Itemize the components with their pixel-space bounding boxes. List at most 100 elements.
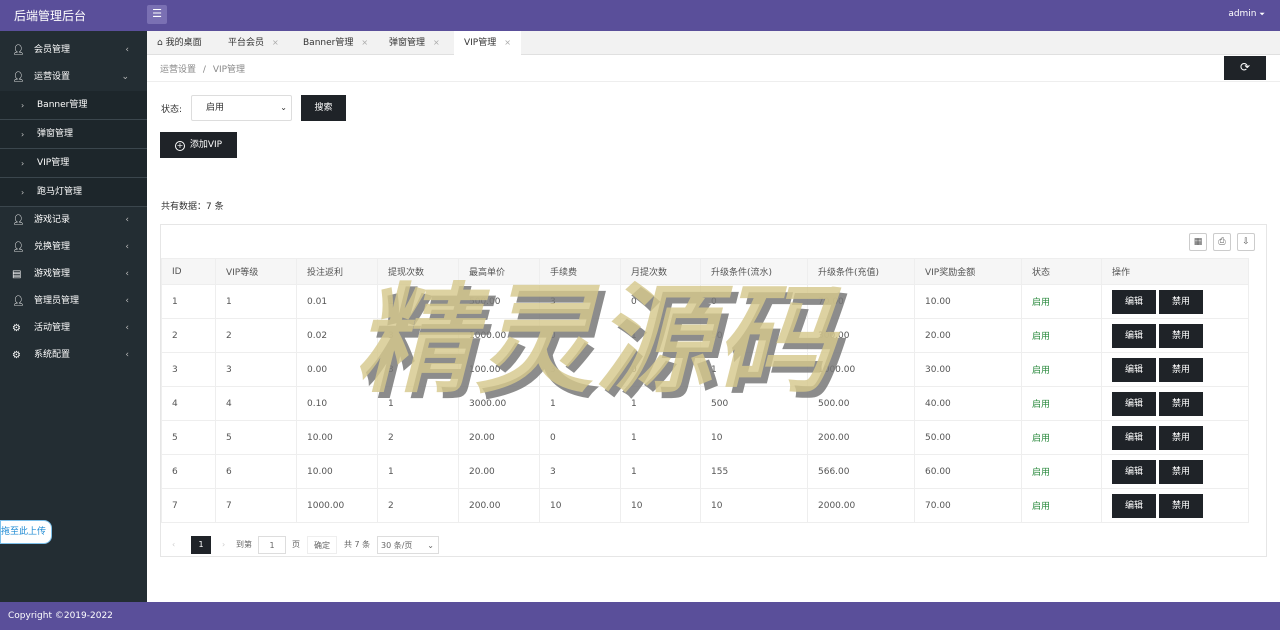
table-row: 7 7 1000.00 2 200.00 10 10 10 2000.00 70.00 启用 编辑 禁用 bbox=[161, 488, 1249, 523]
table-cell: 6 bbox=[215, 454, 297, 489]
tab-bar: ⌂ 我的桌面 平台会员 × Banner管理 × 弹窗管理 × VIP管理 × bbox=[147, 31, 1280, 55]
disable-button[interactable]: 禁用 bbox=[1159, 289, 1203, 314]
edit-button[interactable]: 编辑 bbox=[1112, 323, 1156, 348]
close-icon[interactable]: × bbox=[361, 38, 368, 47]
table-cell: 2 bbox=[215, 318, 297, 353]
user-menu[interactable]: admin ⏷ bbox=[1228, 9, 1265, 19]
sidebar-item-operations[interactable]: 👤︎ 运营设置 ⌄ bbox=[0, 64, 147, 91]
sidebar-item-label: 管理员管理 bbox=[34, 296, 80, 306]
tab-banner[interactable]: Banner管理 × bbox=[303, 31, 368, 55]
search-button[interactable]: 搜索 bbox=[301, 95, 346, 121]
close-icon[interactable]: × bbox=[272, 38, 279, 47]
current-page[interactable]: 1 bbox=[191, 536, 211, 554]
goto-confirm-button[interactable]: 确定 bbox=[307, 536, 337, 554]
edit-button[interactable]: 编辑 bbox=[1112, 493, 1156, 518]
refresh-button[interactable]: ⟳ bbox=[1224, 56, 1266, 80]
sidebar-subitem-marquee[interactable]: › 跑马灯管理 bbox=[0, 178, 147, 207]
sidebar-item-admins[interactable]: 👤︎ 管理员管理 ‹ bbox=[0, 288, 147, 315]
export-icon[interactable]: ⇩ bbox=[1237, 233, 1255, 251]
total-count: 共有数据：7 条 bbox=[161, 202, 224, 212]
disable-button[interactable]: 禁用 bbox=[1159, 459, 1203, 484]
sidebar-item-label: 兑换管理 bbox=[34, 242, 71, 252]
chevron-down-icon: ⌄ bbox=[280, 103, 287, 112]
tab-popup[interactable]: 弹窗管理 × bbox=[389, 31, 440, 55]
table-cell: 10 bbox=[620, 488, 701, 523]
disable-button[interactable]: 禁用 bbox=[1159, 323, 1203, 348]
table-cell: 4 bbox=[161, 386, 216, 421]
chevron-left-icon: ‹ bbox=[125, 296, 129, 306]
user-icon: 👤︎ bbox=[12, 45, 25, 56]
table-cell: 10 bbox=[700, 420, 808, 455]
actions-cell: 编辑 禁用 bbox=[1101, 420, 1249, 455]
sidebar-item-members[interactable]: 👤︎ 会员管理 ‹ bbox=[0, 37, 147, 64]
table-cell: 10.00 bbox=[296, 454, 378, 489]
table-cell: 566.00 bbox=[807, 454, 915, 489]
sidebar-subitem-vip[interactable]: › VIP管理 bbox=[0, 149, 147, 178]
edit-button[interactable]: 编辑 bbox=[1112, 425, 1156, 450]
menu-toggle-icon[interactable]: ☰ bbox=[147, 5, 167, 24]
status-cell: 启用 bbox=[1021, 420, 1102, 455]
columns-filter-icon[interactable]: ▦ bbox=[1189, 233, 1207, 251]
table-cell: 70.00 bbox=[914, 488, 1022, 523]
table-cell: 200.00 bbox=[458, 488, 540, 523]
table-cell: 155 bbox=[700, 454, 808, 489]
tab-label: VIP管理 bbox=[464, 38, 497, 48]
status-filter-label: 状态: bbox=[161, 105, 183, 115]
tab-desktop[interactable]: ⌂ 我的桌面 bbox=[157, 31, 202, 55]
next-page-icon[interactable]: › bbox=[222, 536, 225, 554]
chevron-left-icon: ‹ bbox=[125, 323, 129, 333]
status-select[interactable]: 启用 ⌄ bbox=[191, 95, 292, 121]
disable-button[interactable]: 禁用 bbox=[1159, 357, 1203, 382]
close-icon[interactable]: × bbox=[433, 38, 440, 47]
actions-cell: 编辑 禁用 bbox=[1101, 284, 1249, 319]
status-cell: 启用 bbox=[1021, 352, 1102, 387]
sidebar-item-exchange[interactable]: 👤︎ 兑换管理 ‹ bbox=[0, 234, 147, 261]
table-cell: 2 bbox=[377, 488, 459, 523]
sidebar-item-label: 运营设置 bbox=[34, 72, 71, 82]
close-icon[interactable]: × bbox=[504, 38, 511, 47]
table-cell: 1 bbox=[620, 454, 701, 489]
sidebar-item-game-records[interactable]: 👤︎ 游戏记录 ‹ bbox=[0, 207, 147, 234]
upload-drop-tip[interactable]: 拖至此上传 bbox=[0, 520, 53, 544]
chevron-left-icon: ‹ bbox=[125, 242, 129, 252]
sidebar-item-label: 活动管理 bbox=[34, 323, 71, 333]
disable-button[interactable]: 禁用 bbox=[1159, 493, 1203, 518]
breadcrumb-parent[interactable]: 运营设置 bbox=[160, 65, 196, 75]
sidebar-item-label: 系统配置 bbox=[34, 350, 71, 360]
tab-vip[interactable]: VIP管理 × bbox=[454, 31, 521, 55]
col-header: VIP等级 bbox=[215, 258, 297, 285]
sidebar-item-system[interactable]: ⚙ 系统配置 ‹ bbox=[0, 342, 147, 369]
tab-platform-members[interactable]: 平台会员 × bbox=[228, 31, 279, 55]
prev-page-icon[interactable]: ‹ bbox=[172, 536, 175, 554]
gear-icon: ⚙ bbox=[12, 350, 21, 361]
edit-button[interactable]: 编辑 bbox=[1112, 357, 1156, 382]
chevron-left-icon: ‹ bbox=[125, 45, 129, 55]
table-cell: 3 bbox=[539, 454, 621, 489]
sidebar-item-activities[interactable]: ⚙ 活动管理 ‹ bbox=[0, 315, 147, 342]
edit-button[interactable]: 编辑 bbox=[1112, 289, 1156, 314]
table-cell: 5 bbox=[215, 420, 297, 455]
table-cell: 60.00 bbox=[914, 454, 1022, 489]
goto-page-input[interactable]: 1 bbox=[258, 536, 286, 554]
sidebar-item-games[interactable]: ▤ 游戏管理 ‹ bbox=[0, 261, 147, 288]
plus-circle-icon: + bbox=[175, 141, 185, 151]
table-cell: 5 bbox=[161, 420, 216, 455]
table-cell: 7 bbox=[161, 488, 216, 523]
sidebar-subitem-popup[interactable]: › 弹窗管理 bbox=[0, 120, 147, 149]
col-header: 操作 bbox=[1101, 258, 1249, 285]
status-cell: 启用 bbox=[1021, 318, 1102, 353]
table-cell: 1 bbox=[215, 284, 297, 319]
print-icon[interactable]: ⎙ bbox=[1213, 233, 1231, 251]
disable-button[interactable]: 禁用 bbox=[1159, 425, 1203, 450]
sidebar-subitem-banner[interactable]: › Banner管理 bbox=[0, 91, 147, 120]
table-cell: 30.00 bbox=[914, 352, 1022, 387]
add-vip-button[interactable]: + 添加VIP bbox=[160, 132, 237, 158]
table-cell: 10 bbox=[539, 488, 621, 523]
top-bar: 后端管理后台 ☰ admin ⏷ bbox=[0, 0, 1280, 31]
table-cell: 2 bbox=[161, 318, 216, 353]
edit-button[interactable]: 编辑 bbox=[1112, 459, 1156, 484]
disable-button[interactable]: 禁用 bbox=[1159, 391, 1203, 416]
actions-cell: 编辑 禁用 bbox=[1101, 386, 1249, 421]
page-size-select[interactable]: 30 条/页 ⌄ bbox=[377, 536, 439, 554]
edit-button[interactable]: 编辑 bbox=[1112, 391, 1156, 416]
